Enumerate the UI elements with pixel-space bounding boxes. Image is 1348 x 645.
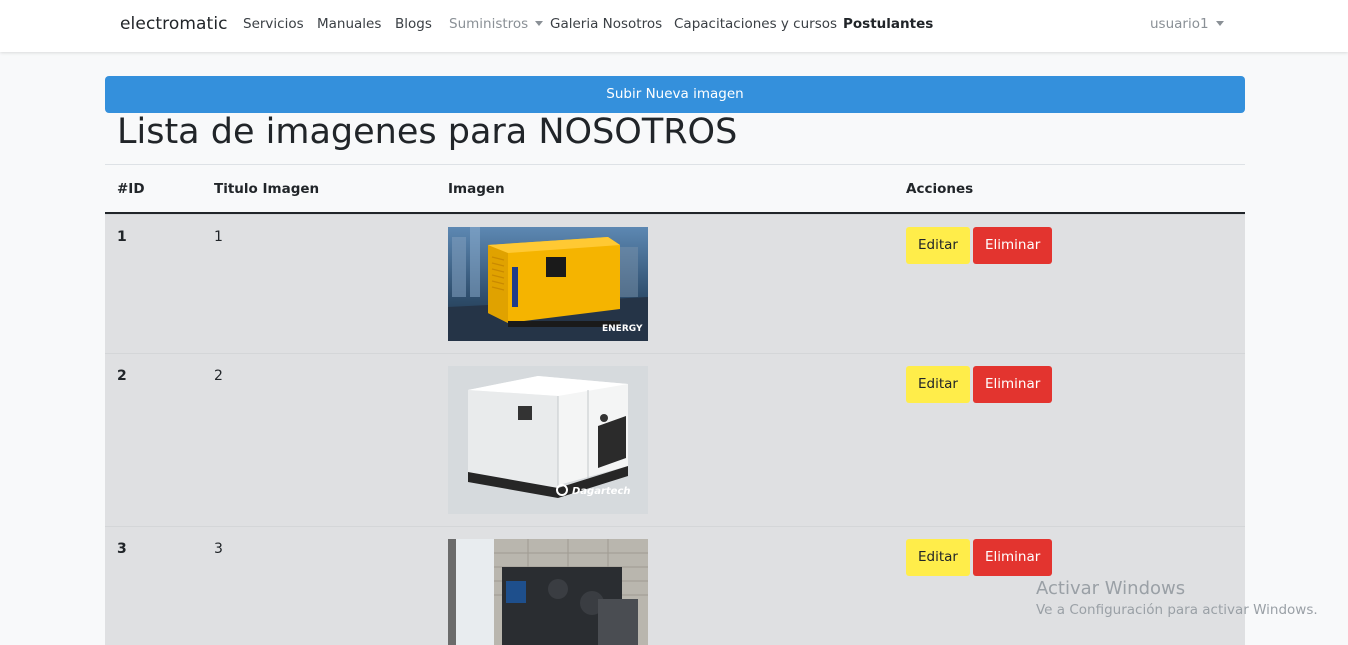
row-title: 2 [214,368,223,384]
dagartech-logo: Dagartech [572,486,631,497]
user-name: usuario1 [1150,16,1209,32]
brand-logo[interactable]: electromatic [120,14,228,34]
table-row: 2 2 Dagartech Editar Eliminar [105,353,1245,526]
header-title: Titulo Imagen [214,181,320,197]
generator-image-room [448,539,648,645]
chevron-down-icon [1215,21,1224,26]
delete-button[interactable]: Eliminar [973,539,1053,576]
delete-button[interactable]: Eliminar [973,227,1053,264]
row-title: 1 [214,229,223,245]
header-actions: Acciones [906,181,974,197]
edit-button[interactable]: Editar [906,539,970,576]
navbar: electromatic Servicios Manuales Blogs Su… [0,0,1348,52]
nav-blogs[interactable]: Blogs [395,16,432,32]
nav-servicios[interactable]: Servicios [243,16,304,32]
user-dropdown[interactable]: usuario1 [1150,16,1224,32]
page-title: Lista de imagenes para NOSOTROS [117,112,738,152]
nav-capacitaciones[interactable]: Capacitaciones y cursos [674,16,837,32]
images-table: #ID Titulo Imagen Imagen Acciones 1 1 EN… [105,164,1245,645]
watermark-title: Activar Windows [1036,578,1186,599]
table-header: #ID Titulo Imagen Imagen Acciones [105,164,1245,214]
watermark-subtitle: Ve a Configuración para activar Windows. [1036,602,1318,618]
header-id: #ID [117,181,145,197]
nav-galeria-nosotros[interactable]: Galeria Nosotros [550,16,662,32]
row-id: 3 [117,541,127,557]
table-row: 1 1 ENERGY Editar Eliminar [105,214,1245,353]
delete-button[interactable]: Eliminar [973,366,1053,403]
header-image: Imagen [448,181,505,197]
nav-suministros-dropdown[interactable]: Suministros [449,16,544,32]
nav-suministros-label: Suministros [449,16,529,32]
upload-image-button[interactable]: Subir Nueva imagen [105,76,1245,113]
nav-manuales[interactable]: Manuales [317,16,381,32]
edit-button[interactable]: Editar [906,366,970,403]
energy-logo: ENERGY [602,324,643,334]
generator-image-white: Dagartech [448,366,648,514]
chevron-down-icon [535,21,544,26]
edit-button[interactable]: Editar [906,227,970,264]
nav-postulantes[interactable]: Postulantes [843,16,933,32]
row-title: 3 [214,541,223,557]
row-id: 2 [117,368,127,384]
row-id: 1 [117,229,127,245]
generator-image-yellow: ENERGY [448,227,648,341]
windows-activation-watermark: Activar Windows Ve a Configuración para … [1036,578,1318,618]
